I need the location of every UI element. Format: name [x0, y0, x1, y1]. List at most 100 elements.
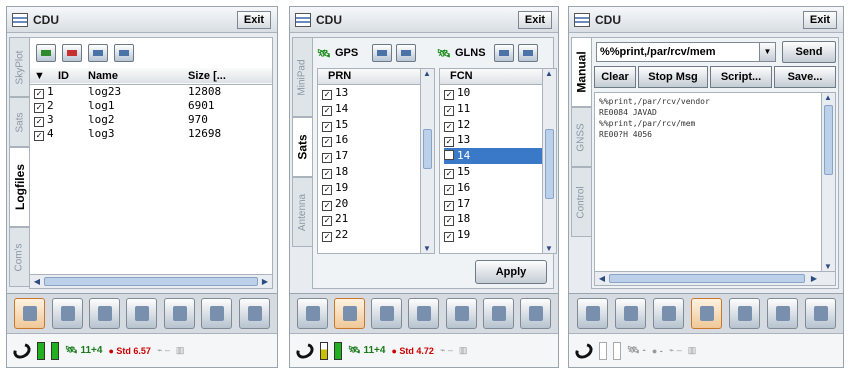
new-log-icon[interactable]: [36, 44, 56, 62]
nav-search-button[interactable]: [482, 298, 514, 329]
gps-save-icon[interactable]: [396, 44, 417, 62]
fcn-column-header[interactable]: FCN: [440, 69, 556, 85]
scroll-right-icon[interactable]: ▶: [260, 277, 270, 286]
prn-checkbox[interactable]: ✓: [322, 105, 332, 116]
fcn-item[interactable]: ✓ 13: [444, 132, 556, 148]
scroll-left-icon[interactable]: ◀: [597, 274, 607, 283]
script-button[interactable]: Script...: [710, 66, 772, 88]
nav-receiver-button[interactable]: [371, 298, 403, 329]
nav-logfiles-button[interactable]: [14, 298, 46, 329]
fcn-item[interactable]: ✓ 19: [444, 227, 556, 243]
nav-network-button[interactable]: [408, 298, 440, 329]
output-vscrollbar[interactable]: ▲ ▼: [821, 93, 835, 271]
fcn-checkbox[interactable]: ✓: [444, 121, 454, 132]
fcn-checkbox[interactable]: ✓: [444, 90, 454, 100]
tab-sats[interactable]: Sats: [9, 97, 29, 147]
nav-logfiles-button[interactable]: [576, 298, 608, 329]
prn-item[interactable]: ✓ 17: [322, 148, 434, 164]
nav-survey-button[interactable]: [51, 298, 83, 329]
fcn-checkbox[interactable]: ✓: [444, 184, 454, 195]
prn-item[interactable]: ✓ 16: [322, 132, 434, 148]
apply-button[interactable]: Apply: [475, 260, 547, 284]
fcn-checkbox[interactable]: ✓: [444, 200, 454, 211]
clear-button[interactable]: Clear: [594, 66, 636, 88]
nav-logfiles-button[interactable]: [297, 298, 329, 329]
prn-checkbox[interactable]: ✓: [322, 184, 332, 195]
delete-log-icon[interactable]: [62, 44, 82, 62]
table-row[interactable]: ✓ 1 log23 12808: [30, 84, 272, 99]
output-hscrollbar[interactable]: ◀ ▶: [595, 271, 835, 285]
fcn-scrollbar[interactable]: ▲ ▼: [542, 69, 556, 253]
scroll-up-icon[interactable]: ▲: [423, 69, 431, 78]
nav-sats-button[interactable]: [445, 298, 477, 329]
glns-save-icon[interactable]: [517, 44, 538, 62]
fcn-item[interactable]: ✓ 12: [444, 117, 556, 133]
scroll-up-icon[interactable]: ▲: [545, 69, 553, 78]
prn-item[interactable]: ✓ 20: [322, 196, 434, 212]
tab-gnss[interactable]: GNSS: [571, 107, 591, 167]
prn-checkbox[interactable]: ✓: [322, 137, 332, 148]
fcn-item[interactable]: ✓ 18: [444, 211, 556, 227]
tab-manual[interactable]: Manual: [571, 37, 591, 107]
sort-icon[interactable]: ▼: [30, 68, 58, 84]
prn-column-header[interactable]: PRN: [318, 69, 434, 85]
gps-select-all-icon[interactable]: [372, 44, 393, 62]
tab-coms[interactable]: Com's: [9, 227, 29, 287]
window-menu-icon[interactable]: [574, 13, 590, 27]
table-row[interactable]: ✓ 4 log3 12698: [30, 127, 272, 141]
prn-checkbox[interactable]: ✓: [322, 200, 332, 211]
tab-logfiles[interactable]: Logfiles: [9, 147, 29, 227]
nav-survey-button[interactable]: [334, 298, 366, 329]
nav-sats-button[interactable]: [728, 298, 760, 329]
fcn-checkbox[interactable]: ✓: [444, 232, 454, 243]
fcn-checkbox[interactable]: [444, 150, 454, 161]
scroll-thumb[interactable]: [423, 129, 432, 169]
fcn-checkbox[interactable]: ✓: [444, 137, 454, 148]
save-button[interactable]: Save...: [774, 66, 836, 88]
scroll-thumb[interactable]: [545, 129, 554, 199]
prn-checkbox[interactable]: ✓: [322, 168, 332, 179]
fcn-checkbox[interactable]: ✓: [444, 105, 454, 116]
scroll-thumb[interactable]: [824, 105, 833, 175]
table-row[interactable]: ✓ 3 log2 970: [30, 113, 272, 127]
fcn-item[interactable]: ✓ 15: [444, 164, 556, 180]
exit-button[interactable]: Exit: [237, 11, 271, 29]
prn-checkbox[interactable]: ✓: [322, 232, 332, 243]
tab-minipad[interactable]: MiniPad: [292, 37, 312, 117]
column-id[interactable]: ID: [58, 68, 88, 84]
prn-checkbox[interactable]: ✓: [322, 90, 332, 100]
tab-skyplot[interactable]: SkyPlot: [9, 37, 29, 97]
tab-sats[interactable]: Sats: [292, 117, 312, 177]
window-menu-icon[interactable]: [295, 13, 311, 27]
output-console[interactable]: %%print,/par/rcv/vendor RE0084 JAVAD %%p…: [594, 92, 836, 286]
command-input[interactable]: %%print,/par/rcv/mem ▼: [596, 42, 776, 62]
tab-antenna[interactable]: Antenna: [292, 177, 312, 247]
scroll-up-icon[interactable]: ▲: [824, 93, 832, 102]
scroll-right-icon[interactable]: ▶: [809, 274, 819, 283]
glns-select-all-icon[interactable]: [493, 44, 514, 62]
nav-network-button[interactable]: [690, 298, 722, 329]
fcn-item[interactable]: ✓ 10: [444, 85, 556, 101]
prn-checkbox[interactable]: ✓: [322, 216, 332, 227]
save-log-icon[interactable]: [114, 44, 134, 62]
edit-log-icon[interactable]: [88, 44, 108, 62]
fcn-item[interactable]: 14: [444, 148, 556, 164]
horizontal-scrollbar[interactable]: ◀ ▶: [30, 274, 272, 288]
prn-checkbox[interactable]: ✓: [322, 153, 332, 164]
nav-network-button[interactable]: [126, 298, 158, 329]
window-menu-icon[interactable]: [12, 13, 28, 27]
chevron-down-icon[interactable]: ▼: [759, 43, 775, 61]
nav-search-button[interactable]: [766, 298, 798, 329]
log-checkbox[interactable]: ✓: [34, 116, 44, 127]
nav-survey-button[interactable]: [614, 298, 646, 329]
nav-search-button[interactable]: [201, 298, 233, 329]
table-row[interactable]: ✓ 2 log1 6901: [30, 99, 272, 113]
prn-item[interactable]: ✓ 19: [322, 180, 434, 196]
scroll-down-icon[interactable]: ▼: [423, 244, 431, 253]
send-button[interactable]: Send: [782, 41, 836, 63]
column-name[interactable]: Name: [88, 68, 188, 84]
prn-item[interactable]: ✓ 13: [322, 85, 434, 101]
tab-control[interactable]: Control: [571, 167, 591, 237]
log-checkbox[interactable]: ✓: [34, 102, 44, 113]
nav-receiver-button[interactable]: [89, 298, 121, 329]
